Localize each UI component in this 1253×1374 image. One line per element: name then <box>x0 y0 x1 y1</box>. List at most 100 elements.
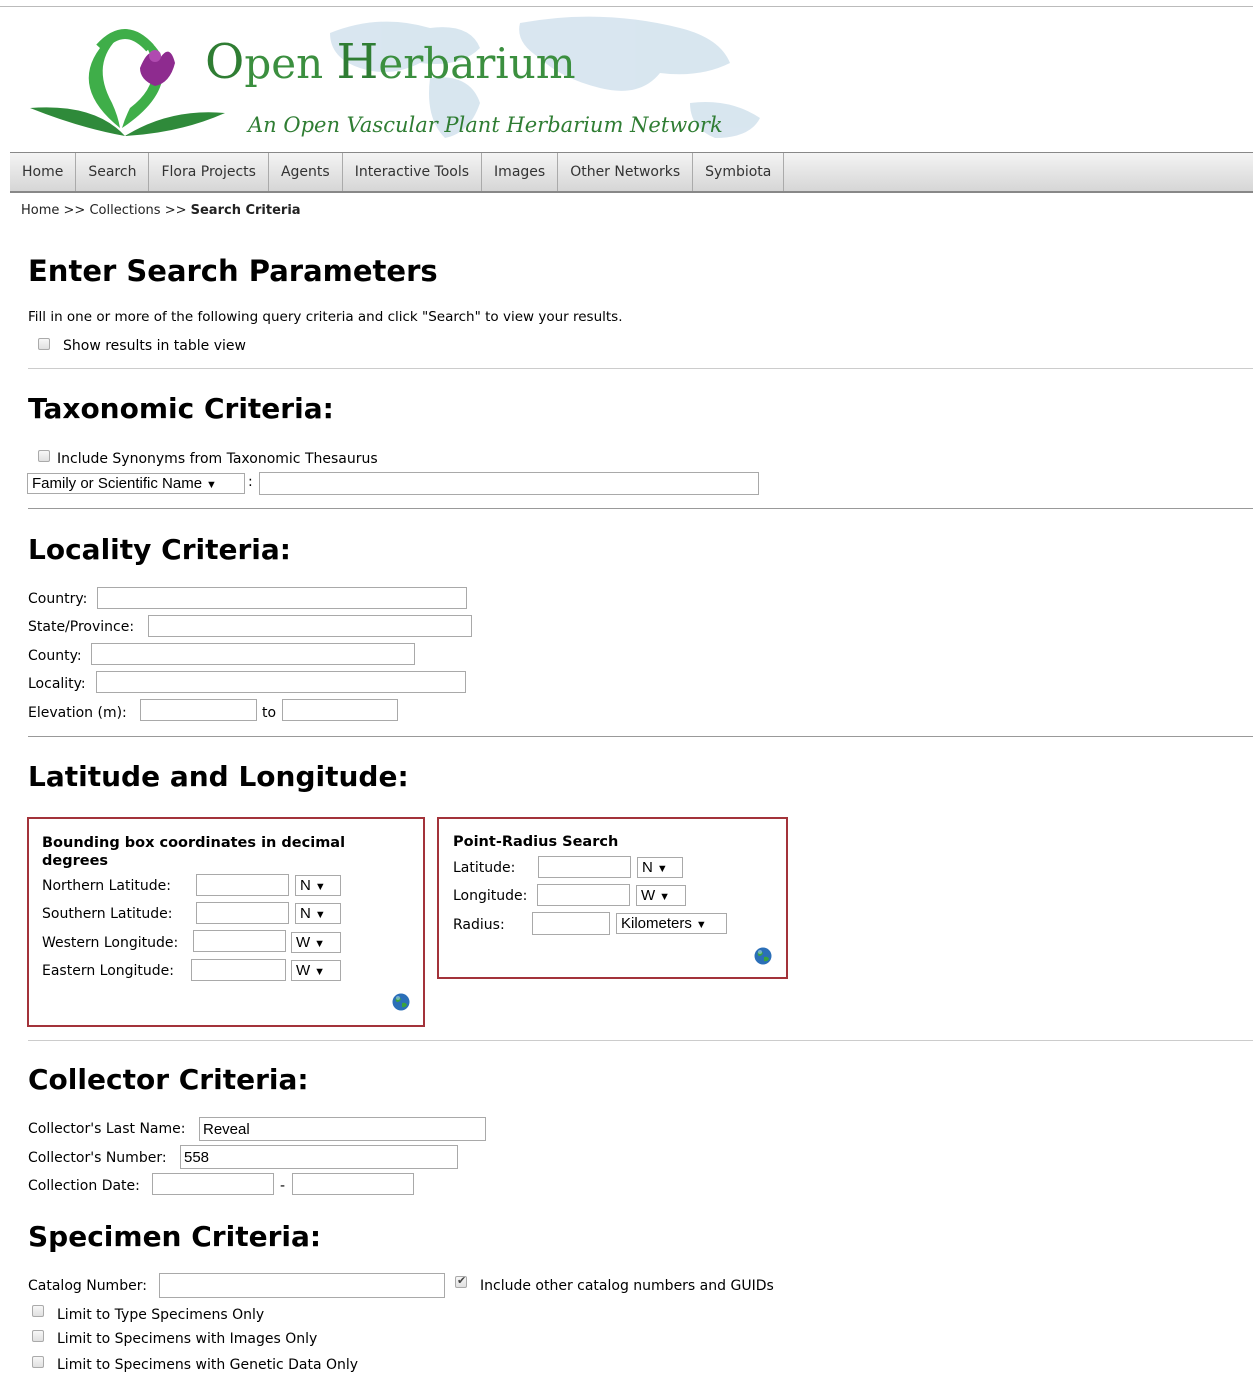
nav-other-networks[interactable]: Other Networks <box>558 153 694 191</box>
collector-heading: Collector Criteria: <box>28 1063 309 1096</box>
collection-date-label: Collection Date: <box>28 1178 140 1194</box>
breadcrumb: Home >> Collections >> Search Criteria <box>21 203 301 218</box>
table-view-checkbox[interactable] <box>38 338 50 350</box>
breadcrumb-collections[interactable]: Collections <box>89 203 160 218</box>
south-lat-input[interactable] <box>196 902 289 924</box>
latitude-label: Latitude: <box>453 860 516 876</box>
longitude-dir-select[interactable]: W ▼ <box>636 885 686 906</box>
radius-input[interactable] <box>532 912 610 935</box>
breadcrumb-sep: >> <box>63 203 86 218</box>
radius-units-value: Kilometers <box>621 915 692 932</box>
type-only-label: Limit to Type Specimens Only <box>57 1307 265 1323</box>
collector-last-name-label: Collector's Last Name: <box>28 1121 186 1137</box>
type-only-checkbox[interactable] <box>32 1305 44 1317</box>
west-lng-label: Western Longitude: <box>42 935 179 951</box>
latitude-input[interactable] <box>538 856 631 878</box>
globe-icon[interactable] <box>392 993 410 1011</box>
chevron-down-icon: ▼ <box>206 479 217 491</box>
longitude-input[interactable] <box>537 884 630 906</box>
table-view-label: Show results in table view <box>63 338 246 354</box>
north-lat-dir-value: N <box>300 877 311 894</box>
county-input[interactable] <box>91 643 415 665</box>
south-lat-dir-select[interactable]: N ▼ <box>295 903 341 924</box>
country-input[interactable] <box>97 587 467 609</box>
chevron-down-icon: ▼ <box>314 938 326 950</box>
catalog-number-input[interactable] <box>159 1273 445 1298</box>
latitude-dir-select[interactable]: N ▼ <box>637 857 683 878</box>
locality-input[interactable] <box>96 671 466 693</box>
north-lat-label: Northern Latitude: <box>42 878 171 894</box>
collection-date-sep: - <box>280 1178 286 1194</box>
chevron-down-icon: ▼ <box>656 863 668 875</box>
brand-subtitle: An Open Vascular Plant Herbarium Network <box>248 113 723 137</box>
north-lat-input[interactable] <box>196 874 289 896</box>
elevation-max-input[interactable] <box>282 699 398 721</box>
collector-last-name-input[interactable] <box>199 1117 486 1141</box>
brand-title: Open Herbarium <box>205 34 576 90</box>
nav-home[interactable]: Home <box>10 153 77 191</box>
catalog-number-label: Catalog Number: <box>28 1278 147 1294</box>
radius-label: Radius: <box>453 917 505 933</box>
specimen-heading: Specimen Criteria: <box>28 1220 322 1253</box>
globe-icon[interactable] <box>754 947 772 965</box>
elevation-to-label: to <box>262 705 277 721</box>
nav-search[interactable]: Search <box>76 153 150 191</box>
genetic-only-checkbox[interactable] <box>32 1356 44 1368</box>
images-only-checkbox[interactable] <box>32 1330 44 1342</box>
taxon-type-value: Family or Scientific Name <box>32 475 203 492</box>
west-lng-input[interactable] <box>193 930 286 952</box>
top-rule <box>0 6 1253 7</box>
country-label: Country: <box>28 591 88 607</box>
collector-number-label: Collector's Number: <box>28 1150 167 1166</box>
collector-number-input[interactable] <box>180 1145 458 1169</box>
breadcrumb-sep: >> <box>164 203 187 218</box>
breadcrumb-home[interactable]: Home <box>21 203 59 218</box>
nav-symbiota[interactable]: Symbiota <box>693 153 785 191</box>
divider <box>28 736 1253 737</box>
east-lng-label: Eastern Longitude: <box>42 963 175 979</box>
divider <box>28 508 1253 509</box>
county-label: County: <box>28 648 82 664</box>
east-lng-input[interactable] <box>191 959 286 981</box>
south-lat-dir-value: N <box>300 905 311 922</box>
radius-units-select[interactable]: Kilometers ▼ <box>616 913 727 934</box>
nav-flora-projects[interactable]: Flora Projects <box>149 153 269 191</box>
nav-agents[interactable]: Agents <box>269 153 343 191</box>
west-lng-dir-value: W <box>296 934 311 951</box>
west-lng-dir-select[interactable]: W ▼ <box>291 932 341 953</box>
main-nav: Home Search Flora Projects Agents Intera… <box>10 152 1253 193</box>
other-catalog-checkbox[interactable] <box>455 1274 467 1288</box>
taxon-type-select[interactable]: Family or Scientific Name ▼ <box>27 473 245 494</box>
chevron-down-icon: ▼ <box>314 909 326 921</box>
point-radius-title: Point-Radius Search <box>453 834 619 850</box>
chevron-down-icon: ▼ <box>314 966 326 978</box>
nav-interactive-tools[interactable]: Interactive Tools <box>343 153 483 191</box>
other-catalog-label: Include other catalog numbers and GUIDs <box>480 1278 774 1294</box>
south-lat-label: Southern Latitude: <box>42 906 173 922</box>
nav-images[interactable]: Images <box>482 153 559 191</box>
elevation-label: Elevation (m): <box>28 705 127 721</box>
breadcrumb-current: Search Criteria <box>190 203 301 218</box>
longitude-dir-value: W <box>641 887 656 904</box>
state-label: State/Province: <box>28 619 135 635</box>
intro-text: Fill in one or more of the following que… <box>28 309 623 325</box>
taxonomic-heading: Taxonomic Criteria: <box>28 392 334 425</box>
east-lng-dir-select[interactable]: W ▼ <box>291 960 341 981</box>
divider <box>28 1040 1253 1041</box>
taxa-input[interactable] <box>259 472 759 495</box>
east-lng-dir-value: W <box>296 962 311 979</box>
chevron-down-icon: ▼ <box>695 919 707 931</box>
genetic-only-label: Limit to Specimens with Genetic Data Onl… <box>57 1357 359 1373</box>
chevron-down-icon: ▼ <box>659 891 671 903</box>
elevation-min-input[interactable] <box>140 699 257 721</box>
state-input[interactable] <box>148 615 472 637</box>
latitude-dir-value: N <box>642 859 653 876</box>
collection-date-end-input[interactable] <box>292 1173 414 1195</box>
page-title: Enter Search Parameters <box>28 254 438 288</box>
synonyms-checkbox[interactable] <box>38 450 50 462</box>
synonyms-label: Include Synonyms from Taxonomic Thesauru… <box>57 451 378 467</box>
north-lat-dir-select[interactable]: N ▼ <box>295 875 341 896</box>
locality-heading: Locality Criteria: <box>28 533 291 566</box>
chevron-down-icon: ▼ <box>314 881 326 893</box>
collection-date-start-input[interactable] <box>152 1173 274 1195</box>
